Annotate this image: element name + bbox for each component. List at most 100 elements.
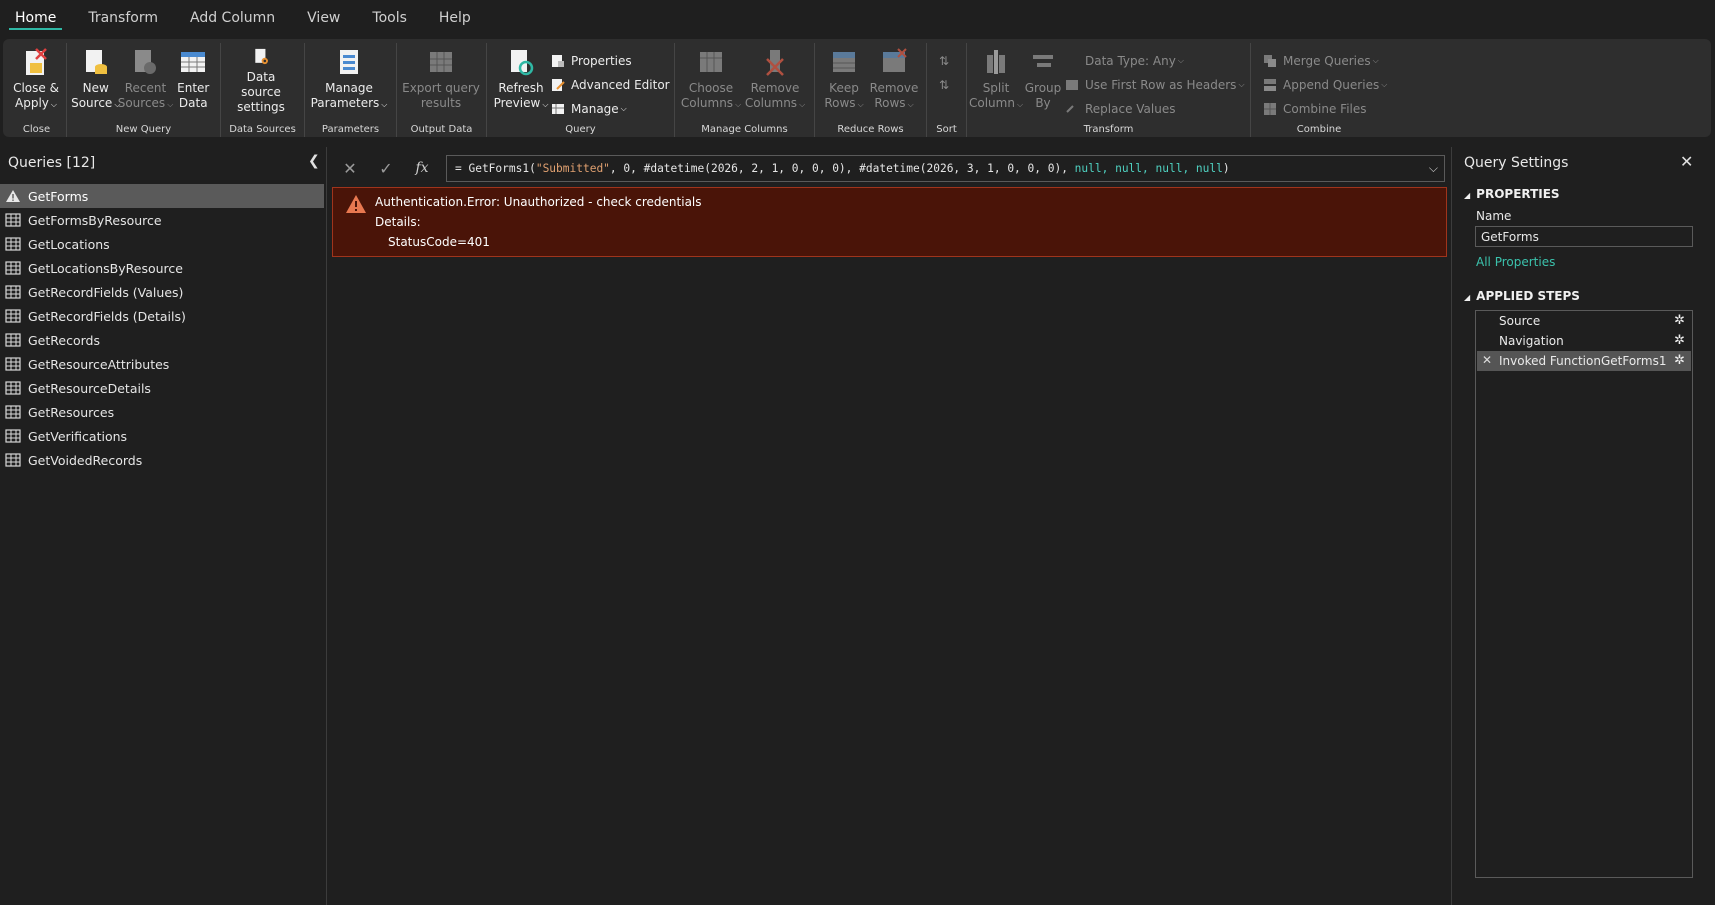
replace-values-button[interactable]: Replace Values: [1065, 97, 1245, 121]
refresh-preview-button[interactable]: Refresh Preview ⌵: [491, 43, 551, 115]
new-source-button[interactable]: New Source ⌵: [71, 43, 120, 115]
query-item[interactable]: GetRecords: [0, 328, 324, 352]
query-item[interactable]: GetRecordFields (Details): [0, 304, 324, 328]
combine-files-icon: [1264, 103, 1276, 115]
group-label-query: Query: [565, 124, 596, 135]
group-data-sources: Data source settings Data Sources: [221, 43, 305, 137]
tab-help[interactable]: Help: [431, 0, 479, 36]
export-icon: [430, 52, 452, 72]
group-label-combine: Combine: [1296, 124, 1342, 135]
advanced-editor-icon: [552, 79, 565, 91]
merge-queries-button[interactable]: Merge Queries ⌵: [1263, 49, 1387, 73]
group-close: Close & Apply ⌵ Close: [7, 43, 67, 137]
combine-files-button[interactable]: Combine Files: [1263, 97, 1387, 121]
close-apply-button[interactable]: Close & Apply ⌵: [11, 43, 61, 115]
query-item[interactable]: GetResourceAttributes: [0, 352, 324, 376]
data-source-settings-button[interactable]: Data source settings: [225, 43, 297, 115]
table-icon: [5, 429, 21, 443]
commit-check-icon[interactable]: ✓: [368, 159, 404, 178]
choose-columns-button[interactable]: Choose Columns ⌵: [679, 43, 743, 115]
group-query: Refresh Preview ⌵ Properties Advanced Edi…: [487, 43, 675, 137]
fx-icon[interactable]: fx: [404, 160, 440, 176]
query-name-input[interactable]: [1475, 226, 1693, 247]
manage-button[interactable]: Manage ⌵: [551, 97, 670, 121]
tab-home[interactable]: Home: [7, 0, 64, 36]
query-item[interactable]: GetResources: [0, 400, 324, 424]
error-banner: Authentication.Error: Unauthorized - che…: [332, 187, 1447, 257]
group-new-query: New Source ⌵ Recent Sources ⌵ Enter Data N…: [67, 43, 221, 137]
gear-icon[interactable]: ✲: [1674, 333, 1685, 348]
query-item[interactable]: GetVerifications: [0, 424, 324, 448]
ribbon: Close & Apply ⌵ Close New Source ⌵ Recent …: [3, 39, 1711, 137]
enter-data-button[interactable]: Enter Data: [170, 43, 216, 115]
formula-input[interactable]: = GetForms1("Submitted", 0, #datetime(20…: [446, 155, 1445, 182]
cancel-icon[interactable]: ✕: [332, 159, 368, 178]
split-column-button[interactable]: Split Column ⌵: [969, 43, 1023, 115]
query-item[interactable]: GetLocations: [0, 232, 324, 256]
chevron-down-icon: ⌵: [620, 104, 627, 113]
replace-icon: [1066, 105, 1074, 113]
tab-view[interactable]: View: [299, 0, 348, 36]
close-apply-icon: [26, 48, 47, 75]
queries-list: GetForms GetFormsByResource GetLocations…: [0, 184, 324, 472]
properties-section[interactable]: ◢ PROPERTIES: [1464, 187, 1560, 201]
query-item[interactable]: GetVoidedRecords: [0, 448, 324, 472]
step-invoked-function[interactable]: ✕ Invoked FunctionGetForms1 ✲: [1477, 351, 1691, 371]
query-item[interactable]: GetResourceDetails: [0, 376, 324, 400]
expand-chevron-down-icon[interactable]: ⌵: [1429, 156, 1438, 181]
all-properties-link[interactable]: All Properties: [1476, 255, 1555, 269]
group-sort: ⇅ ⇅ Sort: [927, 43, 967, 137]
sort-buttons: ⇅ ⇅: [931, 43, 949, 97]
group-parameters: Manage Parameters ⌵ Parameters: [305, 43, 397, 137]
step-source[interactable]: Source ✲: [1477, 311, 1691, 331]
step-navigation[interactable]: Navigation ✲: [1477, 331, 1691, 351]
query-item[interactable]: GetFormsByResource: [0, 208, 324, 232]
tab-tools[interactable]: Tools: [364, 0, 415, 36]
tab-transform[interactable]: Transform: [80, 0, 166, 36]
table-icon: [5, 285, 21, 299]
data-type-dropdown[interactable]: Data Type: Any ⌵: [1065, 49, 1245, 73]
choose-columns-icon: [700, 52, 722, 72]
sort-ascending-icon: ⇅: [939, 54, 950, 68]
table-icon: [5, 261, 21, 275]
close-icon[interactable]: ✕: [1680, 152, 1693, 171]
applied-steps-list: Source ✲ Navigation ✲ ✕ Invoked FunctionGet…: [1475, 310, 1693, 878]
export-query-results-button[interactable]: Export query results: [401, 43, 481, 115]
gear-icon[interactable]: ✲: [1674, 313, 1685, 328]
manage-parameters-button[interactable]: Manage Parameters ⌵: [309, 43, 389, 115]
queries-title: Queries [12]: [8, 155, 96, 171]
tab-add-column[interactable]: Add Column: [182, 0, 283, 36]
sort-ascending-button[interactable]: ⇅: [939, 49, 949, 73]
append-queries-button[interactable]: Append Queries ⌵: [1263, 73, 1387, 97]
query-item[interactable]: GetLocationsByResource: [0, 256, 324, 280]
applied-steps-section[interactable]: ◢ APPLIED STEPS: [1464, 289, 1580, 303]
query-item[interactable]: GetRecordFields (Values): [0, 280, 324, 304]
table-icon: [181, 52, 206, 72]
error-status-code: StatusCode=401: [388, 235, 490, 249]
combine-small-buttons: Merge Queries ⌵ Append Queries ⌵ Combine F…: [1255, 43, 1387, 121]
properties-button[interactable]: Properties: [551, 49, 670, 73]
manage-table-icon: [552, 104, 564, 114]
keep-rows-button[interactable]: Keep Rows ⌵: [819, 43, 869, 115]
query-item-getforms[interactable]: GetForms: [0, 184, 324, 208]
group-by-button[interactable]: Group By: [1021, 43, 1065, 115]
warning-icon: [346, 195, 366, 213]
group-label-sort: Sort: [936, 124, 957, 135]
warning-icon: [6, 190, 20, 202]
delete-step-icon[interactable]: ✕: [1482, 353, 1492, 367]
collapse-chevron-icon[interactable]: ❮: [308, 153, 320, 169]
group-manage-columns: Choose Columns ⌵ Remove Columns ⌵ Manage C…: [675, 43, 815, 137]
remove-rows-icon: [883, 48, 907, 72]
remove-columns-button[interactable]: Remove Columns ⌵: [743, 43, 807, 115]
name-label: Name: [1476, 209, 1512, 223]
advanced-editor-button[interactable]: Advanced Editor: [551, 73, 670, 97]
first-row-headers-button[interactable]: Use First Row as Headers ⌵: [1065, 73, 1245, 97]
error-message: Authentication.Error: Unauthorized - che…: [375, 195, 702, 209]
remove-rows-button[interactable]: Remove Rows ⌵: [869, 43, 919, 115]
sort-descending-button[interactable]: ⇅: [939, 73, 949, 97]
gear-icon[interactable]: ✲: [1674, 353, 1685, 368]
table-icon: [5, 381, 21, 395]
group-label-output-data: Output Data: [410, 124, 473, 135]
recent-sources-button[interactable]: Recent Sources ⌵: [118, 43, 173, 115]
append-icon: [1264, 79, 1276, 91]
